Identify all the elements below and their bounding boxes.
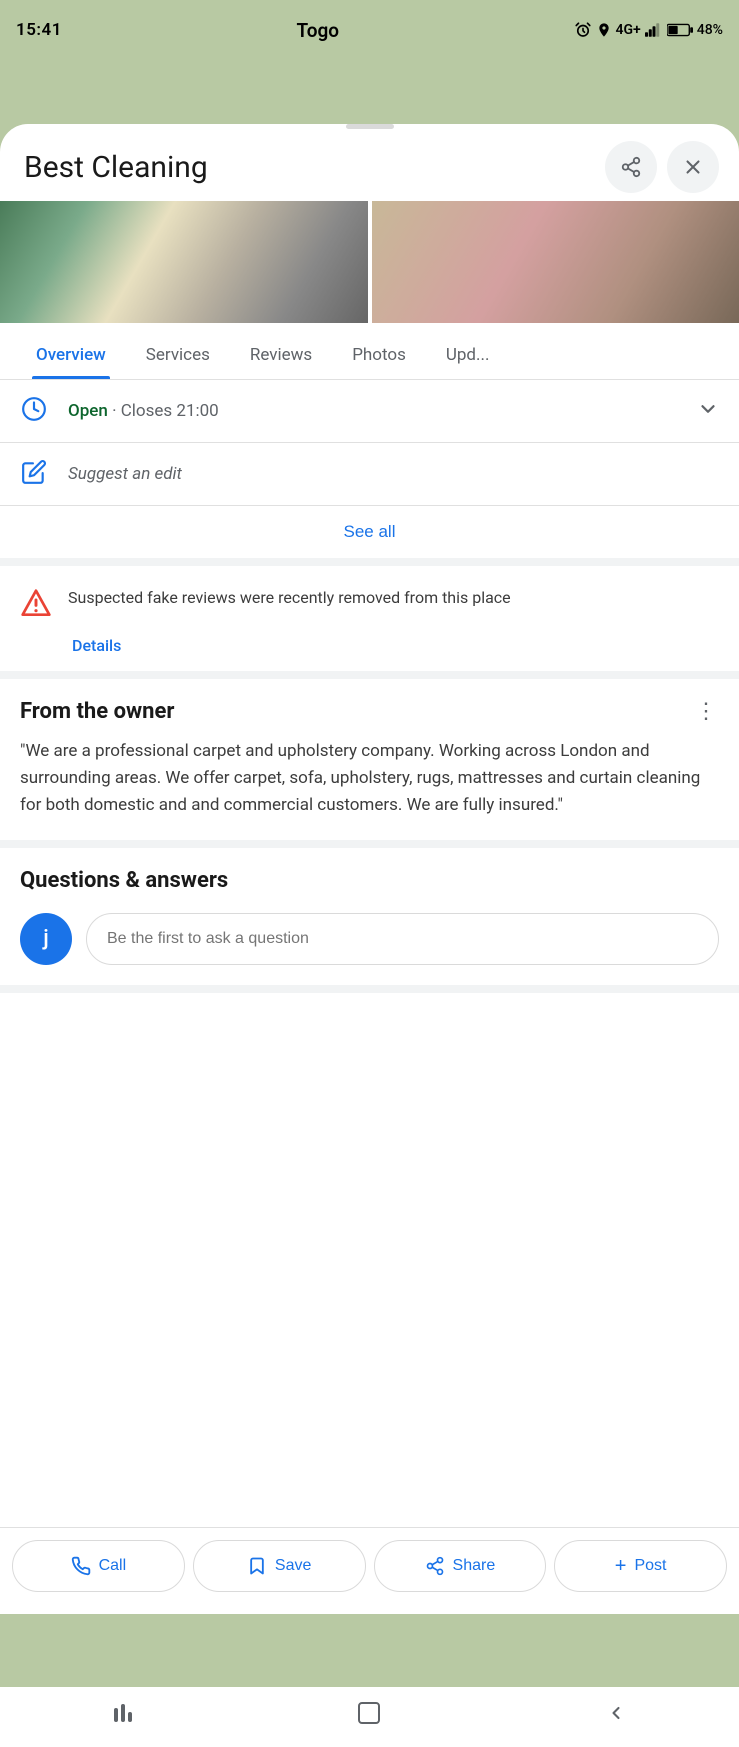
avatar-letter: j (43, 926, 49, 951)
location-icon (596, 22, 612, 38)
see-all-row[interactable]: See all (0, 506, 739, 566)
battery-icon (667, 23, 693, 37)
user-avatar: j (20, 913, 72, 965)
owner-title: From the owner (20, 699, 174, 724)
suggest-edit-row[interactable]: Suggest an edit (0, 443, 739, 505)
home-icon (358, 1702, 380, 1724)
open-status: Open (68, 401, 108, 421)
owner-header: From the owner ⋮ (20, 699, 719, 724)
save-button[interactable]: Save (193, 1540, 366, 1592)
post-plus-icon: + (615, 1555, 627, 1578)
signal-icon (645, 22, 663, 38)
close-icon (682, 156, 704, 178)
warning-triangle-icon (20, 588, 52, 620)
alarm-icon (574, 21, 592, 39)
status-carrier: Togo (296, 19, 339, 42)
post-label: Post (634, 1557, 666, 1575)
tab-services[interactable]: Services (126, 331, 230, 379)
closes-time: · Closes 21:00 (112, 401, 219, 421)
owner-section: From the owner ⋮ "We are a professional … (0, 679, 739, 848)
share-button[interactable] (605, 141, 657, 193)
chevron-down-icon (697, 398, 719, 420)
tab-photos[interactable]: Photos (332, 331, 426, 379)
call-label: Call (99, 1557, 127, 1575)
status-bar: 15:41 Togo 4G+ 48% (0, 0, 739, 52)
suggest-edit-label: Suggest an edit (68, 464, 719, 484)
pencil-icon (21, 459, 47, 485)
network-type: 4G+ (616, 22, 641, 38)
hours-content: Open · Closes 21:00 (68, 401, 677, 421)
header-actions (605, 141, 719, 193)
ask-question-input[interactable] (86, 913, 719, 965)
tabs-bar: Overview Services Reviews Photos Upd... (0, 331, 739, 380)
more-options-button[interactable]: ⋮ (695, 699, 719, 724)
warning-icon-container (20, 588, 52, 624)
close-button[interactable] (667, 141, 719, 193)
status-right: 4G+ 48% (574, 21, 723, 39)
details-link[interactable]: Details (72, 636, 719, 655)
qa-section: Questions & answers j (0, 848, 739, 993)
save-label: Save (275, 1557, 311, 1575)
spacer (0, 993, 739, 1073)
battery-percent: 48% (697, 22, 723, 38)
tab-updates[interactable]: Upd... (426, 331, 510, 379)
place-card: Best Cleaning Overv (0, 124, 739, 1614)
pencil-icon-container (20, 459, 48, 489)
android-nav-bar (0, 1687, 739, 1747)
photo-right[interactable] (372, 201, 739, 323)
qa-input-row: j (20, 913, 719, 965)
owner-description: "We are a professional carpet and uphols… (20, 738, 719, 820)
post-button[interactable]: + Post (554, 1540, 727, 1592)
nav-home-button[interactable] (339, 1693, 399, 1733)
alert-row: Suspected fake reviews were recently rem… (20, 586, 719, 624)
hours-row[interactable]: Open · Closes 21:00 (0, 380, 739, 442)
photo-strip[interactable] (0, 201, 739, 331)
share-action-icon (425, 1556, 445, 1576)
back-icon (606, 1703, 626, 1723)
call-button[interactable]: Call (12, 1540, 185, 1592)
clock-icon-container (20, 396, 48, 426)
suggest-edit-text: Suggest an edit (68, 464, 182, 484)
nav-recent-button[interactable] (93, 1693, 153, 1733)
tab-reviews[interactable]: Reviews (230, 331, 332, 379)
see-all-button[interactable]: See all (344, 522, 396, 542)
map-background (0, 52, 739, 112)
recent-apps-icon (114, 1704, 132, 1722)
qa-title: Questions & answers (20, 868, 719, 893)
call-icon (71, 1556, 91, 1576)
photo-left[interactable] (0, 201, 368, 323)
share-icon (620, 156, 642, 178)
alert-text: Suspected fake reviews were recently rem… (68, 586, 511, 610)
status-time: 15:41 (16, 20, 62, 40)
nav-back-button[interactable] (586, 1693, 646, 1733)
bookmark-icon (247, 1556, 267, 1576)
place-title: Best Cleaning (24, 150, 208, 185)
card-header: Best Cleaning (0, 129, 739, 201)
share-action-label: Share (453, 1557, 496, 1575)
hours-expand[interactable] (697, 398, 719, 424)
alert-section: Suspected fake reviews were recently rem… (0, 566, 739, 679)
clock-icon (21, 396, 47, 422)
bottom-action-bar: Call Save Share + Post (0, 1527, 739, 1600)
tab-overview[interactable]: Overview (16, 331, 126, 379)
share-action-button[interactable]: Share (374, 1540, 547, 1592)
